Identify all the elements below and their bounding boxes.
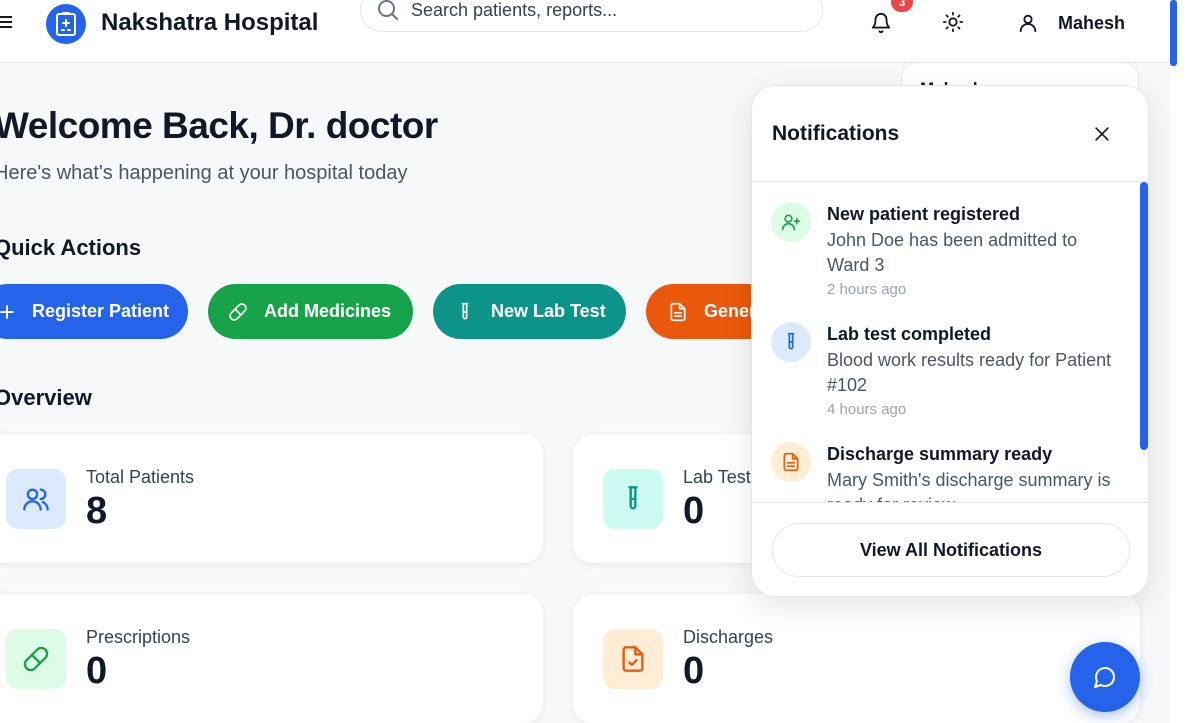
menu-icon[interactable] (0, 13, 12, 31)
stat-value: 0 (683, 490, 705, 532)
test-tube-icon (455, 302, 475, 322)
search-input[interactable]: Search patients, reports... (411, 0, 617, 21)
document-icon (771, 442, 811, 482)
notification-title: New patient registered (827, 204, 1021, 224)
welcome-subtitle: Here's what's happening at your hospital… (0, 162, 408, 184)
chat-button[interactable] (1070, 642, 1140, 712)
stat-card-prescriptions[interactable]: Prescriptions 0 (0, 594, 543, 723)
notifications-footer: View All Notifications (752, 502, 1148, 596)
test-tube-icon (771, 322, 811, 362)
bell-icon[interactable] (870, 12, 892, 34)
stat-value: 8 (86, 490, 108, 532)
stat-label: Discharges (683, 627, 774, 647)
notification-item[interactable]: Discharge summary ready Mary Smith's dis… (752, 422, 1132, 502)
register-patient-label: Register Patient (32, 301, 170, 321)
sun-icon[interactable] (942, 11, 964, 33)
stat-label: Prescriptions (86, 627, 191, 647)
close-icon[interactable] (1092, 124, 1112, 144)
notification-title: Discharge summary ready (827, 444, 1053, 464)
notification-body: John Doe has been admitted to Ward 3 (827, 230, 1078, 275)
users-icon (6, 469, 66, 529)
notifications-list[interactable]: New patient registered John Doe has been… (752, 182, 1148, 502)
welcome-heading: Welcome Back, Dr. doctor (0, 105, 438, 146)
stat-value: 0 (683, 650, 705, 692)
document-icon (668, 302, 688, 322)
notification-body: Blood work results ready for Patient #10… (827, 350, 1112, 395)
register-patient-button[interactable]: Register Patient (0, 284, 188, 339)
new-lab-test-button[interactable]: New Lab Test (433, 284, 626, 339)
page-scrollbar-thumb[interactable] (1170, 0, 1177, 66)
stat-value: 0 (86, 650, 108, 692)
stat-label: Lab Tests (683, 467, 760, 487)
notification-item[interactable]: New patient registered John Doe has been… (752, 182, 1132, 302)
notifications-header: Notifications (752, 86, 1148, 182)
add-medicines-button[interactable]: Add Medicines (208, 284, 413, 339)
test-tube-icon (603, 469, 663, 529)
notification-title: Lab test completed (827, 324, 992, 344)
notifications-panel: Notifications New patient registered Joh… (751, 85, 1149, 597)
search-icon (378, 0, 398, 20)
user-icon[interactable] (1017, 12, 1039, 34)
view-all-notifications-button[interactable]: View All Notifications (772, 523, 1130, 577)
file-check-icon (603, 629, 663, 689)
new-lab-test-label: New Lab Test (491, 301, 606, 321)
search-bar[interactable]: Search patients, reports... (360, 0, 823, 32)
notification-time: 2 hours ago (827, 281, 907, 298)
stat-card-discharges[interactable]: Discharges 0 (573, 594, 1140, 723)
notifications-scrollbar[interactable] (1140, 182, 1148, 450)
notification-count-badge: 3 (891, 0, 913, 12)
top-header: Nakshatra Hospital Search patients, repo… (0, 0, 1170, 63)
chat-icon (1094, 667, 1115, 688)
user-plus-icon (771, 202, 811, 242)
add-medicines-label: Add Medicines (264, 301, 392, 321)
notification-item[interactable]: Lab test completed Blood work results re… (752, 302, 1132, 422)
notification-time: 4 hours ago (827, 401, 907, 418)
pill-icon (6, 629, 66, 689)
notifications-title: Notifications (772, 122, 900, 145)
stat-label: Total Patients (86, 467, 195, 487)
quick-actions-title: Quick Actions (0, 235, 142, 260)
brand-name[interactable]: Nakshatra Hospital (101, 9, 318, 37)
plus-icon (0, 303, 16, 321)
page-scrollbar[interactable] (1170, 0, 1188, 723)
pill-icon (228, 302, 248, 322)
stat-card-total-patients[interactable]: Total Patients 8 (0, 434, 543, 563)
user-name[interactable]: Mahesh (1058, 13, 1125, 34)
notification-body: Mary Smith's discharge summary is ready … (827, 470, 1111, 502)
overview-title: Overview (0, 385, 92, 410)
hospital-logo-icon[interactable] (46, 4, 86, 44)
